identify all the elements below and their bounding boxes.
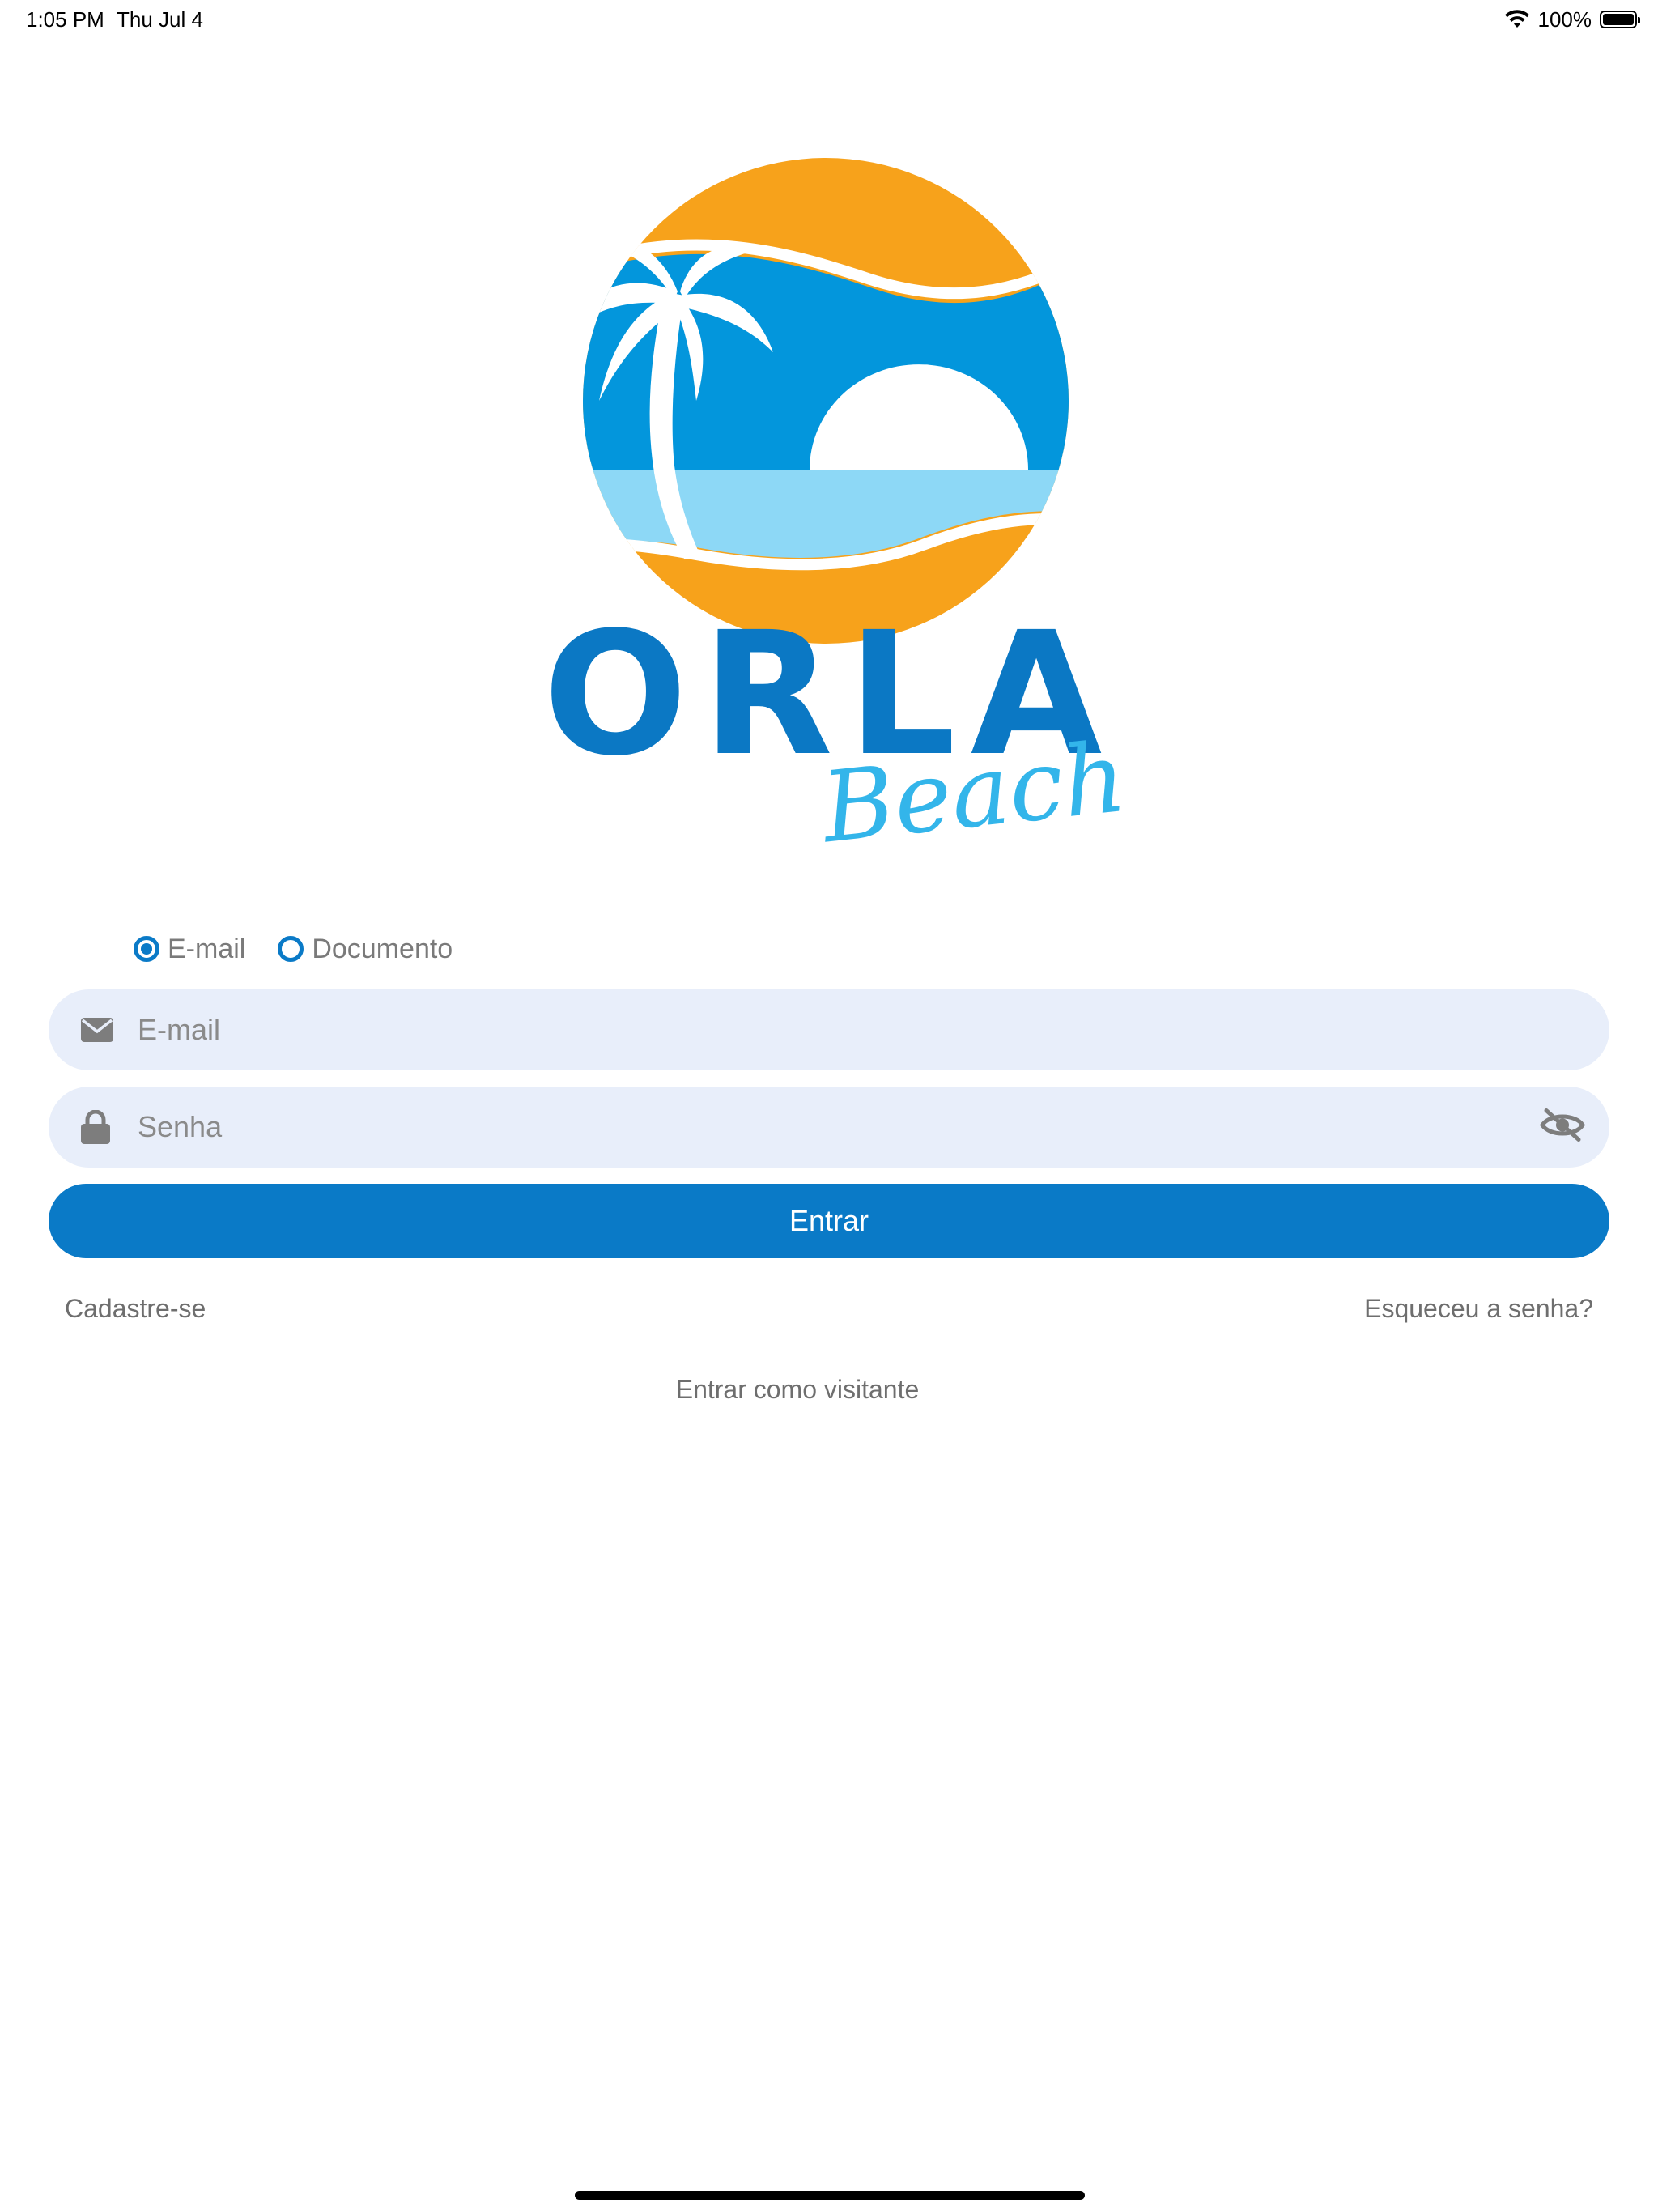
email-field[interactable] (49, 989, 1609, 1070)
login-type-radio-group: E-mail Documento (134, 931, 485, 967)
battery-icon (1600, 11, 1640, 28)
login-screen: 1:05 PM Thu Jul 4 100% ORLA Beach E-mail… (0, 0, 1658, 2212)
status-right: 100% (1504, 6, 1640, 32)
guest-login-link[interactable]: Entrar como visitante (0, 1375, 1595, 1405)
radio-unselected-icon (278, 936, 304, 962)
forgot-password-link[interactable]: Esqueceu a senha? (1364, 1294, 1593, 1324)
status-time: 1:05 PM (26, 7, 104, 32)
envelope-icon (81, 1018, 113, 1042)
radio-label-documento: Documento (312, 933, 453, 964)
login-button[interactable]: Entrar (49, 1184, 1609, 1258)
status-date: Thu Jul 4 (117, 7, 203, 32)
battery-percent: 100% (1537, 6, 1592, 32)
password-input[interactable] (138, 1110, 1514, 1144)
wifi-icon (1504, 10, 1529, 28)
signup-link[interactable]: Cadastre-se (65, 1294, 206, 1324)
eye-off-icon[interactable] (1540, 1108, 1585, 1147)
radio-option-documento[interactable]: Documento (278, 934, 453, 965)
orla-beach-logo: ORLA Beach (543, 158, 1129, 842)
radio-selected-icon (134, 936, 159, 962)
password-field[interactable] (49, 1087, 1609, 1168)
status-bar: 1:05 PM Thu Jul 4 100% (0, 0, 1658, 39)
radio-label-email: E-mail (168, 933, 246, 964)
home-indicator (575, 2191, 1085, 2200)
email-input[interactable] (138, 1013, 1514, 1047)
lock-icon (81, 1110, 110, 1144)
radio-option-email[interactable]: E-mail (134, 934, 245, 965)
